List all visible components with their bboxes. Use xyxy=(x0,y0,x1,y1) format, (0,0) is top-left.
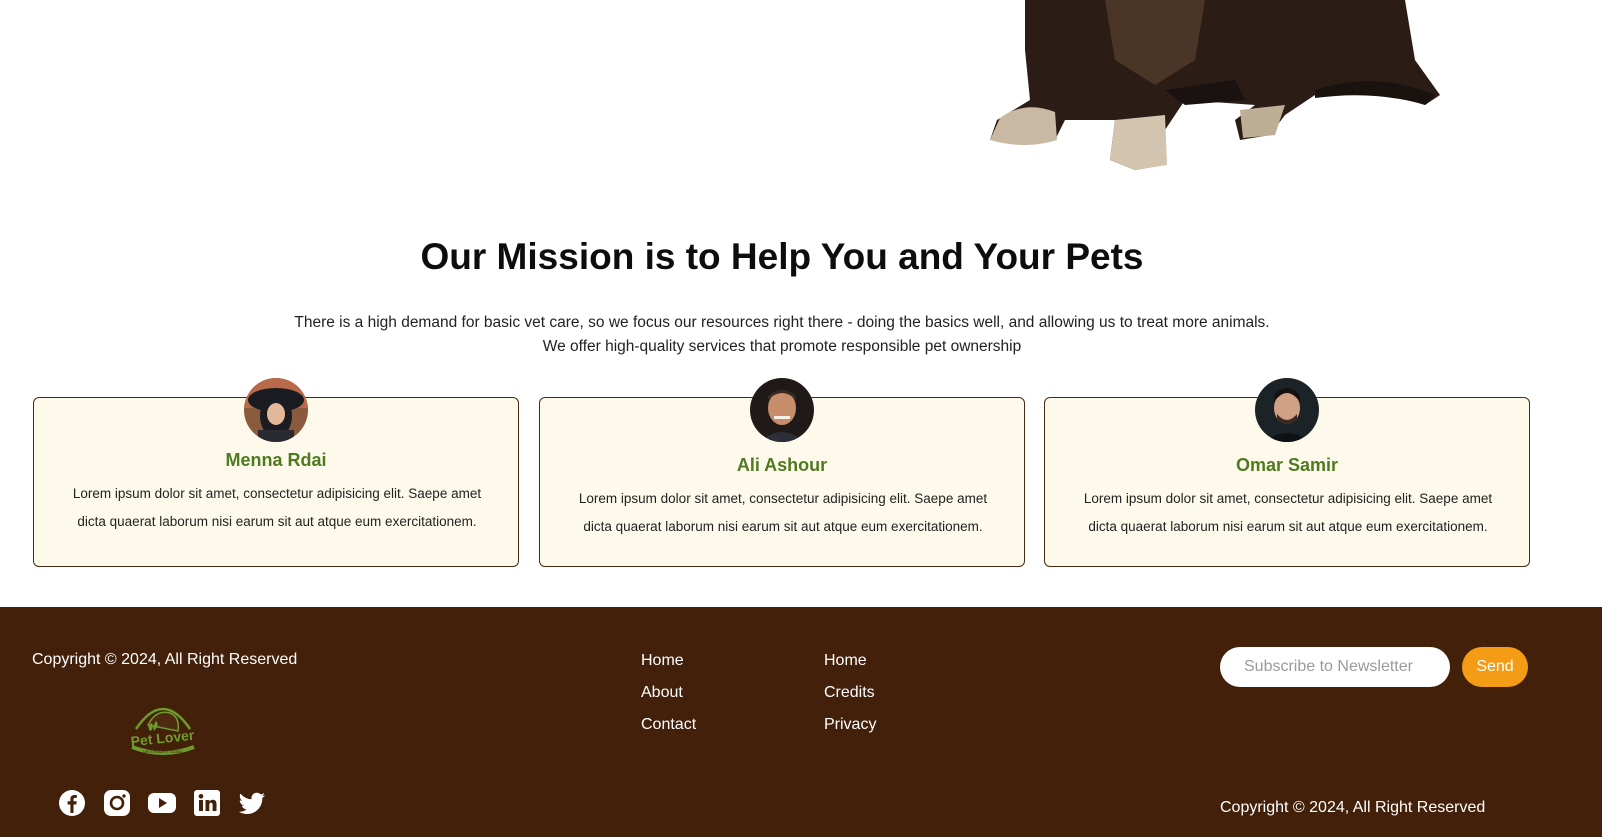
team-member-bio: Lorem ipsum dolor sit amet, consectetur … xyxy=(1083,491,1493,534)
footer: Copyright © 2024, All Right Reserved Pet… xyxy=(0,607,1602,837)
footer-nav-primary: Home About Contact xyxy=(641,651,696,747)
youtube-icon[interactable] xyxy=(148,789,176,817)
footer-nav-secondary: Home Credits Privacy xyxy=(824,651,876,747)
footer-copyright-right: Copyright © 2024, All Right Reserved xyxy=(1220,799,1486,816)
facebook-icon[interactable] xyxy=(58,789,86,817)
avatar-omar xyxy=(1255,378,1319,442)
mission-description: There is a high demand for basic vet car… xyxy=(0,311,1564,359)
newsletter-input[interactable] xyxy=(1220,647,1450,687)
team-member-name: Omar Samir xyxy=(1235,455,1339,475)
team-card-menna: Menna Rdai Lorem ipsum dolor sit amet, c… xyxy=(33,378,519,567)
linkedin-icon[interactable] xyxy=(193,789,221,817)
team-member-name: Menna Rdai xyxy=(225,450,327,470)
mission-title: Our Mission is to Help You and Your Pets xyxy=(420,236,1144,277)
team-member-bio: Lorem ipsum dolor sit amet, consectetur … xyxy=(578,491,988,534)
dog-image xyxy=(990,0,1440,170)
footer-link-home[interactable]: Home xyxy=(641,651,696,683)
team-member-name: Ali Ashour xyxy=(736,455,828,475)
footer-link-privacy[interactable]: Privacy xyxy=(824,715,876,747)
logo-subtitle: VETERINARY CLINIC xyxy=(143,749,183,754)
instagram-icon[interactable] xyxy=(103,789,131,817)
logo-title: Pet Lover xyxy=(130,727,196,750)
footer-copyright-left: Copyright © 2024, All Right Reserved xyxy=(32,651,298,668)
footer-link-contact[interactable]: Contact xyxy=(641,715,696,747)
team-member-bio: Lorem ipsum dolor sit amet, consectetur … xyxy=(72,486,482,529)
avatar-ali xyxy=(750,378,814,442)
avatar-menna xyxy=(244,378,308,442)
footer-link-home-2[interactable]: Home xyxy=(824,651,876,683)
send-button[interactable]: Send xyxy=(1462,647,1528,687)
team-card-ali: Ali Ashour Lorem ipsum dolor sit amet, c… xyxy=(539,378,1025,567)
footer-link-about[interactable]: About xyxy=(641,683,696,715)
footer-link-credits[interactable]: Credits xyxy=(824,683,876,715)
mission-description-line-1: There is a high demand for basic vet car… xyxy=(294,314,1270,331)
team-card-omar: Omar Samir Lorem ipsum dolor sit amet, c… xyxy=(1044,378,1530,567)
twitter-icon[interactable] xyxy=(238,789,266,817)
mission-description-line-2: We offer high-quality services that prom… xyxy=(542,338,1022,355)
pet-lover-logo[interactable]: Pet Lover VETERINARY CLINIC xyxy=(126,695,200,759)
